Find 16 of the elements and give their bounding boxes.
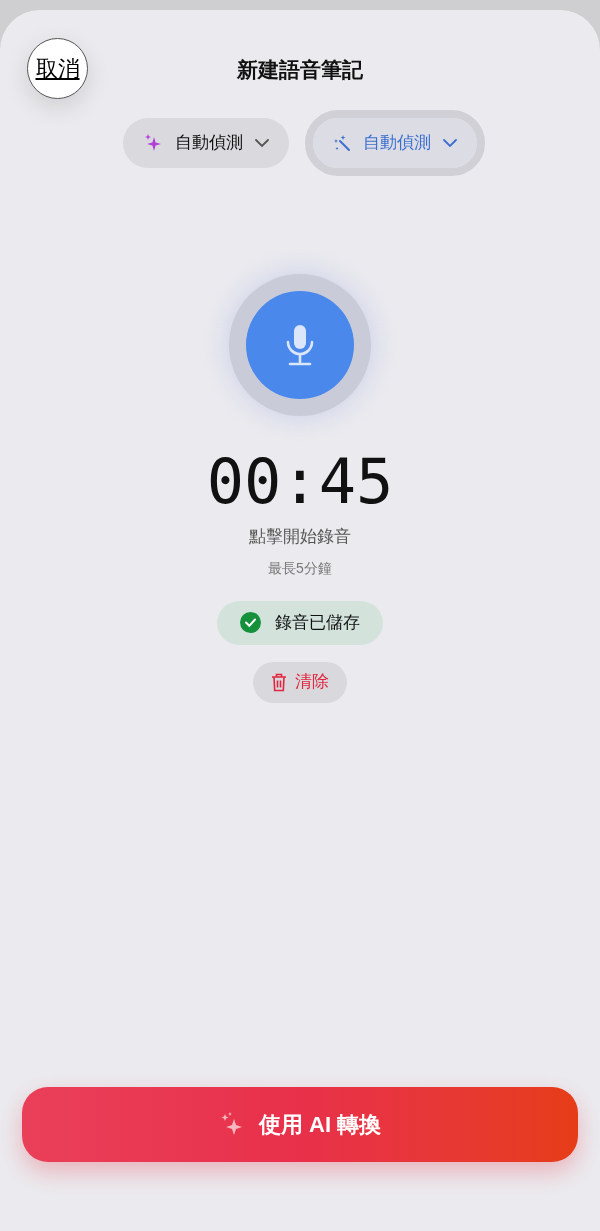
clear-button[interactable]: 清除 [253,661,347,703]
wand-icon [333,134,351,152]
chevron-down-icon [255,138,269,148]
microphone-button[interactable] [246,291,354,399]
microphone-icon [285,324,315,366]
trash-icon [271,672,287,692]
limit-text: 最長5分鐘 [268,558,332,578]
chevron-down-icon [443,138,457,148]
convert-button[interactable]: 使用 AI 轉換 [22,1087,578,1162]
window-title: 新建語音筆記 [237,57,363,84]
cancel-button[interactable]: 取消 [27,38,88,99]
timer-text: 00:45 [206,444,394,520]
check-circle-icon [240,612,261,633]
language-dropdown[interactable]: 自動偵測 [123,118,289,168]
saved-text: 錄音已儲存 [275,611,360,634]
hint-text: 點擊開始錄音 [249,526,351,548]
